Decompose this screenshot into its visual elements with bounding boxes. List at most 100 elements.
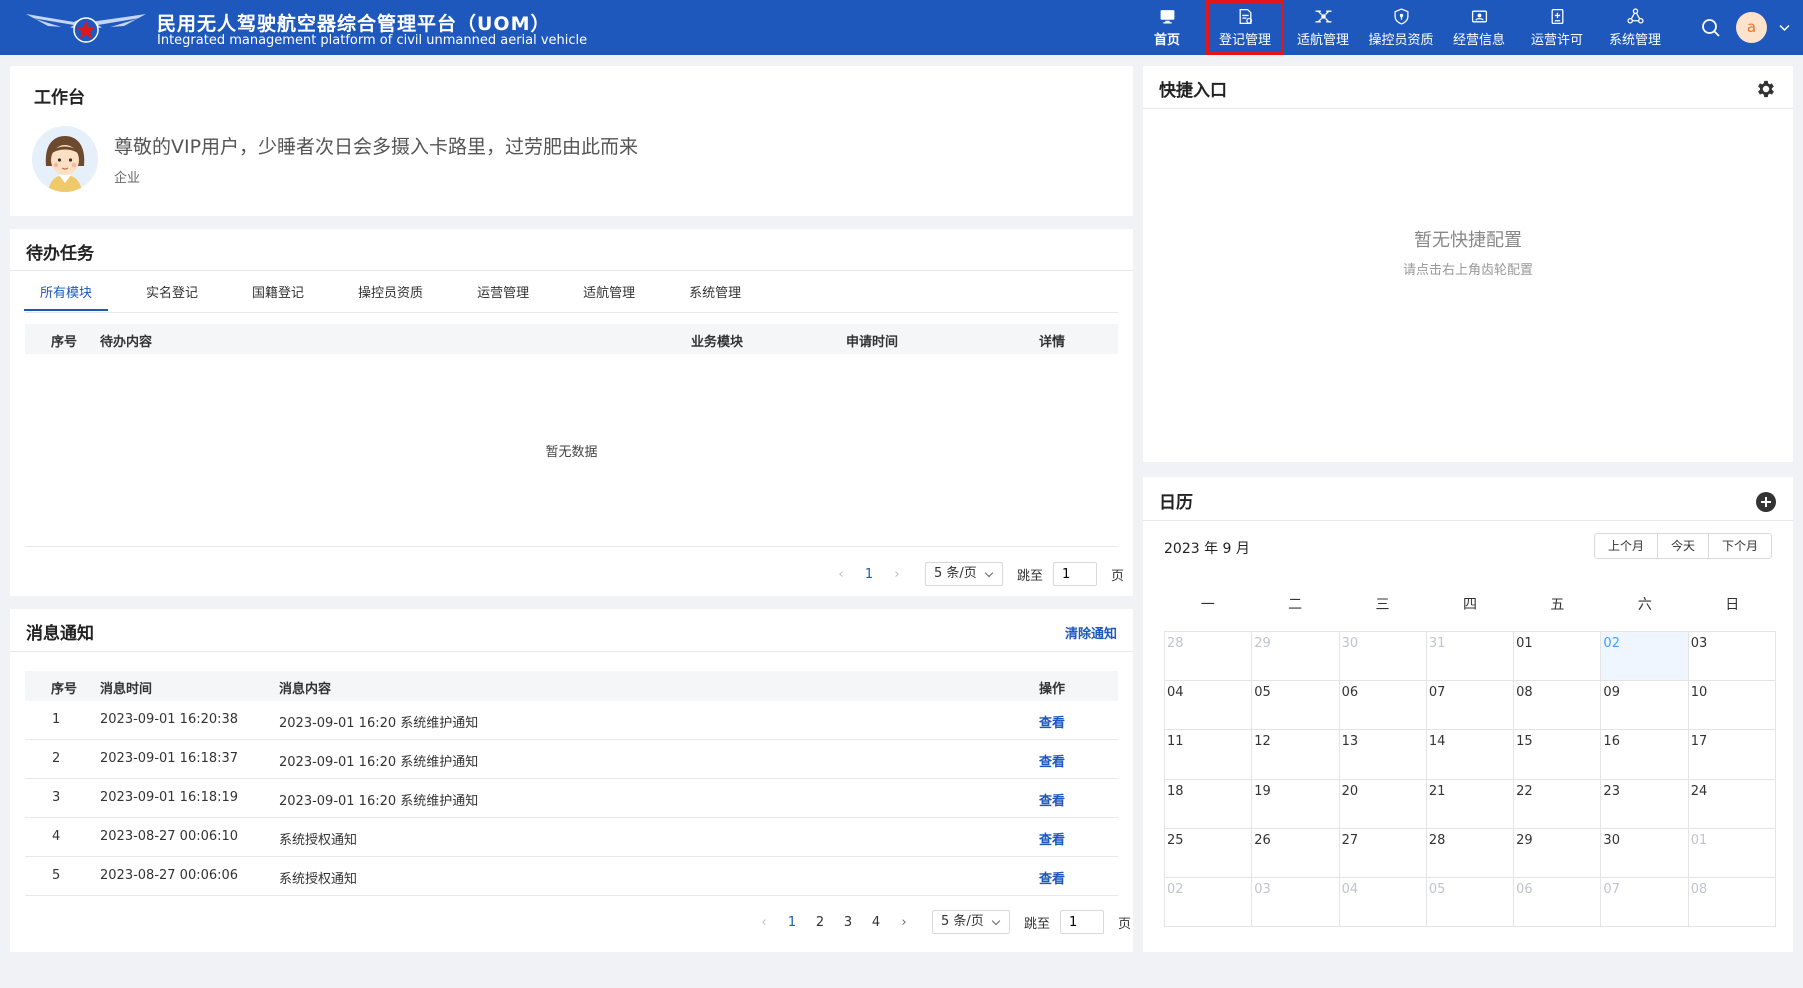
prev-month-button[interactable]: 上个月 <box>1593 533 1658 559</box>
calendar-day-cell[interactable]: 02 <box>1601 632 1689 682</box>
calendar-day-cell[interactable]: 22 <box>1514 779 1602 829</box>
calendar-day-cell[interactable]: 08 <box>1688 877 1776 927</box>
page-number[interactable]: 4 <box>862 915 890 930</box>
view-link[interactable]: 查看 <box>1039 790 1065 809</box>
user-role: 企业 <box>114 171 141 186</box>
calendar-day-cell[interactable]: 29 <box>1514 828 1602 878</box>
view-link[interactable]: 查看 <box>1039 829 1065 848</box>
tab-airworthiness[interactable]: 适航管理 <box>567 277 651 311</box>
calendar-day-cell[interactable]: 16 <box>1601 730 1689 780</box>
tab-all-modules[interactable]: 所有模块 <box>24 277 109 311</box>
prev-page-icon[interactable]: ‹ <box>827 567 855 582</box>
calendar-day-cell[interactable]: 02 <box>1165 877 1253 927</box>
tab-operation[interactable]: 运营管理 <box>461 277 545 311</box>
profile-avatar <box>32 126 98 192</box>
calendar-day-cell[interactable]: 21 <box>1426 779 1515 829</box>
calendar-day-cell[interactable]: 28 <box>1165 632 1253 682</box>
next-page-icon[interactable]: › <box>883 567 911 582</box>
view-link[interactable]: 查看 <box>1039 712 1065 731</box>
nav-operator-qualification[interactable]: 操控员资质 <box>1362 0 1440 55</box>
page-size-select[interactable]: 5 条/页 <box>925 562 1003 586</box>
calendar-day-cell[interactable]: 17 <box>1688 730 1776 780</box>
nav-home[interactable]: 首页 <box>1128 0 1206 55</box>
nav-system-management[interactable]: 系统管理 <box>1596 0 1674 55</box>
next-page-icon[interactable]: › <box>890 915 918 930</box>
calendar-day-cell[interactable]: 07 <box>1601 877 1689 927</box>
jump-input[interactable] <box>1060 910 1105 934</box>
quick-empty-text: 暂无快捷配置 <box>1414 230 1522 251</box>
calendar-day-cell[interactable]: 12 <box>1252 730 1340 780</box>
calendar-day-cell[interactable]: 01 <box>1688 828 1776 878</box>
page-number[interactable]: 2 <box>806 915 834 930</box>
calendar-day-cell[interactable]: 24 <box>1688 779 1776 829</box>
nav-airworthiness[interactable]: 适航管理 <box>1284 0 1362 55</box>
calendar-day-cell[interactable]: 19 <box>1252 779 1340 829</box>
calendar-day-cell[interactable]: 30 <box>1339 632 1427 682</box>
add-event-icon[interactable] <box>1755 491 1777 513</box>
nav-business-info[interactable]: 经营信息 <box>1440 0 1518 55</box>
nav-home-label: 首页 <box>1153 32 1180 48</box>
calendar-day-cell[interactable]: 31 <box>1426 632 1515 682</box>
nav-operation-permit[interactable]: 运营许可 <box>1518 0 1596 55</box>
calendar-day-cell[interactable]: 07 <box>1426 681 1515 731</box>
greeting-text: 尊敬的VIP用户，少睡者次日会多摄入卡路里，过劳肥由此而来 <box>114 136 639 158</box>
nav-registration[interactable]: 登记管理 <box>1206 0 1284 55</box>
next-month-button[interactable]: 下个月 <box>1707 533 1772 559</box>
calendar-day-cell[interactable]: 03 <box>1252 877 1340 927</box>
calendar-day-cell[interactable]: 05 <box>1252 681 1340 731</box>
weekday-label: 五 <box>1550 597 1565 613</box>
row-content: 2023-09-01 16:20 系统维护通知 <box>279 794 479 809</box>
nav-registration-label: 登记管理 <box>1218 32 1271 48</box>
calendar-day-cell[interactable]: 28 <box>1426 828 1515 878</box>
calendar-day-cell[interactable]: 13 <box>1339 730 1427 780</box>
calendar-day-cell[interactable]: 27 <box>1339 828 1427 878</box>
today-button[interactable]: 今天 <box>1656 533 1709 559</box>
weekday-label: 一 <box>1200 597 1215 613</box>
view-link[interactable]: 查看 <box>1039 868 1065 887</box>
calendar-day-cell[interactable]: 25 <box>1165 828 1253 878</box>
permit-icon <box>1551 8 1563 24</box>
gear-icon[interactable] <box>1755 78 1777 100</box>
calendar-day-cell[interactable]: 10 <box>1688 681 1776 731</box>
col-time: 消息时间 <box>100 682 153 697</box>
nav-airworthiness-label: 适航管理 <box>1296 32 1349 48</box>
tab-realname[interactable]: 实名登记 <box>130 277 214 311</box>
search-icon[interactable] <box>1700 17 1722 39</box>
calendar-day-cell[interactable]: 08 <box>1514 681 1602 731</box>
calendar-day-cell[interactable]: 04 <box>1165 681 1253 731</box>
calendar-day-cell[interactable]: 29 <box>1252 632 1340 682</box>
calendar-day-cell[interactable]: 01 <box>1514 632 1602 682</box>
tab-nationality[interactable]: 国籍登记 <box>236 277 320 311</box>
calendar-day-cell[interactable]: 05 <box>1426 877 1515 927</box>
calendar-day-cell[interactable]: 09 <box>1601 681 1689 731</box>
calendar-day-cell[interactable]: 30 <box>1601 828 1689 878</box>
quick-title-divider <box>1143 108 1793 109</box>
calendar-day-cell[interactable]: 06 <box>1339 681 1427 731</box>
calendar-day-cell[interactable]: 06 <box>1514 877 1602 927</box>
calendar-day-cell[interactable]: 23 <box>1601 779 1689 829</box>
tab-system[interactable]: 系统管理 <box>673 277 757 311</box>
calendar-day-cell[interactable]: 14 <box>1426 730 1515 780</box>
chevron-down-icon[interactable] <box>1778 21 1791 34</box>
calendar-day-cell[interactable]: 18 <box>1165 779 1253 829</box>
row-content: 系统授权通知 <box>279 833 358 848</box>
calendar-day-cell[interactable]: 11 <box>1165 730 1253 780</box>
clear-notifications-link[interactable]: 清除通知 <box>1065 623 1117 642</box>
user-avatar[interactable]: a <box>1736 12 1767 43</box>
jump-input[interactable] <box>1053 562 1098 586</box>
calendar-day-cell[interactable]: 20 <box>1339 779 1427 829</box>
page-number[interactable]: 1 <box>855 567 883 582</box>
tab-operator[interactable]: 操控员资质 <box>342 277 439 311</box>
calendar-day-cell[interactable]: 03 <box>1688 632 1776 682</box>
calendar-day-cell[interactable]: 04 <box>1339 877 1427 927</box>
calendar-day-cell[interactable]: 15 <box>1514 730 1602 780</box>
prev-page-icon[interactable]: ‹ <box>750 915 778 930</box>
page-number[interactable]: 3 <box>834 915 862 930</box>
calendar-day-cell[interactable]: 26 <box>1252 828 1340 878</box>
page-size-select[interactable]: 5 条/页 <box>932 910 1010 934</box>
view-link[interactable]: 查看 <box>1039 751 1065 770</box>
page-number[interactable]: 1 <box>778 915 806 930</box>
jump-label: 跳至 <box>1024 916 1051 932</box>
row-index: 2 <box>52 751 61 766</box>
row-time: 2023-09-01 16:20:38 <box>100 712 239 727</box>
